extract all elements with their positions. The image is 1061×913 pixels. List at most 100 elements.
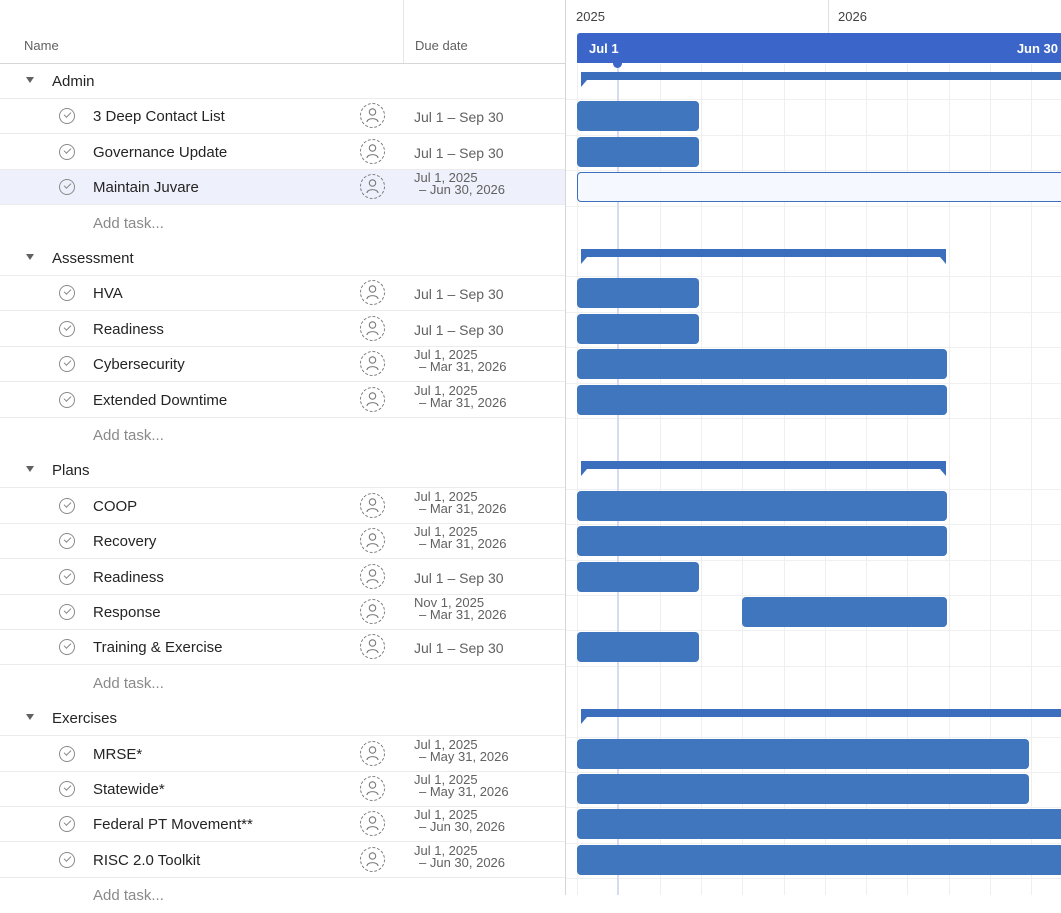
task-name[interactable]: Extended Downtime [93,392,227,409]
due-date[interactable]: Jul 1, 2025– Mar 31, 2026 [414,348,506,373]
task-row[interactable]: Training & Exercise Jul 1 – Sep 30 [0,630,565,666]
group-summary-bar[interactable] [581,709,1061,725]
task-row[interactable]: Governance Update Jul 1 – Sep 30 [0,135,565,170]
group-summary-bar[interactable] [581,72,1061,87]
assign-person-icon[interactable] [360,280,385,306]
complete-check-icon[interactable] [59,604,75,620]
add-task-link[interactable]: Add task... [93,887,164,904]
collapse-caret-icon[interactable] [26,254,34,260]
complete-check-icon[interactable] [59,108,75,125]
task-name[interactable]: RISC 2.0 Toolkit [93,852,200,869]
assign-person-icon[interactable] [360,846,385,872]
complete-check-icon[interactable] [59,143,75,160]
task-name[interactable]: Readiness [93,321,164,338]
task-bar[interactable] [577,844,1061,875]
complete-check-icon[interactable] [59,745,75,762]
task-row[interactable]: Readiness Jul 1 – Sep 30 [0,560,565,595]
assign-person-icon[interactable] [360,351,385,377]
timeline-range-band[interactable] [577,33,1061,63]
task-name[interactable]: Federal PT Movement** [93,816,253,833]
complete-check-icon[interactable] [59,781,75,797]
assign-person-icon[interactable] [360,103,385,129]
task-bar[interactable] [577,172,1061,203]
assign-person-icon[interactable] [360,599,385,624]
task-row[interactable]: COOP Jul 1, 2025– Mar 31, 2026 [0,489,565,524]
due-date[interactable]: Jul 1 – Sep 30 [414,571,504,585]
due-date[interactable]: Jul 1, 2025– Jun 30, 2026 [414,808,505,833]
task-name[interactable]: Readiness [93,569,164,586]
complete-check-icon[interactable] [59,851,75,868]
group-row-1[interactable]: Assessment [0,241,565,276]
task-row[interactable]: RISC 2.0 Toolkit Jul 1, 2025– Jun 30, 202… [0,843,565,878]
task-row[interactable]: Recovery Jul 1, 2025– Mar 31, 2026 [0,524,565,560]
task-bar[interactable] [577,313,699,344]
complete-check-icon[interactable] [59,568,75,585]
due-date[interactable]: Nov 1, 2025– Mar 31, 2026 [414,596,506,621]
due-date[interactable]: Jul 1, 2025– May 31, 2026 [414,773,509,798]
due-date[interactable]: Jul 1 – Sep 30 [414,110,504,124]
task-bar[interactable] [577,136,699,167]
task-bar[interactable] [577,561,699,592]
assign-person-icon[interactable] [360,174,385,200]
add-task-link[interactable]: Add task... [93,427,164,444]
task-bar[interactable] [577,278,699,309]
group-summary-bar[interactable] [581,249,946,264]
group-row-0[interactable]: Admin [0,64,565,99]
assign-person-icon[interactable] [360,563,385,589]
task-name[interactable]: 3 Deep Contact List [93,108,225,125]
task-row[interactable]: Cybersecurity Jul 1, 2025– Mar 31, 2026 [0,347,565,383]
assign-person-icon[interactable] [360,811,385,837]
assign-person-icon[interactable] [360,740,385,766]
task-row[interactable]: Extended Downtime Jul 1, 2025– Mar 31, 20… [0,383,565,418]
task-name[interactable]: Maintain Juvare [93,179,199,196]
task-bar[interactable] [577,101,699,132]
task-bar[interactable] [577,774,1030,804]
task-name[interactable]: HVA [93,285,123,302]
task-name[interactable]: Cybersecurity [93,356,185,373]
column-header-name[interactable]: Name [24,38,59,53]
task-bar[interactable] [577,738,1030,769]
due-date[interactable]: Jul 1, 2025– May 31, 2026 [414,738,509,763]
assign-person-icon[interactable] [360,138,385,164]
task-bar[interactable] [577,809,1061,840]
due-date[interactable]: Jul 1 – Sep 30 [414,641,504,655]
due-date[interactable]: Jul 1 – Sep 30 [414,287,504,301]
complete-check-icon[interactable] [59,356,75,373]
due-date[interactable]: Jul 1, 2025– Jun 30, 2026 [414,171,505,196]
complete-check-icon[interactable] [59,497,75,514]
column-header-due-date[interactable]: Due date [415,38,468,53]
task-name[interactable]: Governance Update [93,144,227,161]
complete-check-icon[interactable] [59,639,75,656]
group-row-3[interactable]: Exercises [0,701,565,737]
task-name[interactable]: Recovery [93,533,156,550]
task-name[interactable]: COOP [93,498,137,515]
assign-person-icon[interactable] [360,315,385,341]
complete-check-icon[interactable] [59,320,75,337]
task-name[interactable]: Statewide* [93,781,165,798]
due-date[interactable]: Jul 1 – Sep 30 [414,146,504,160]
task-row[interactable]: Response Nov 1, 2025– Mar 31, 2026 [0,595,565,630]
complete-check-icon[interactable] [59,816,75,833]
due-date[interactable]: Jul 1, 2025– Mar 31, 2026 [414,490,506,515]
due-date[interactable]: Jul 1, 2025– Mar 31, 2026 [414,384,506,409]
task-bar[interactable] [742,597,947,627]
task-bar[interactable] [577,526,947,557]
due-date[interactable]: Jul 1, 2025– Jun 30, 2026 [414,844,505,869]
task-bar[interactable] [577,490,947,521]
add-task-link[interactable]: Add task... [93,675,164,692]
group-row-2[interactable]: Plans [0,453,565,489]
add-task-link[interactable]: Add task... [93,215,164,232]
complete-check-icon[interactable] [59,391,75,408]
add-task-row[interactable]: Add task... [0,878,565,913]
assign-person-icon[interactable] [360,492,385,518]
assign-person-icon[interactable] [360,776,385,801]
group-summary-bar[interactable] [581,461,946,477]
task-name[interactable]: Response [93,604,161,621]
add-task-row[interactable]: Add task... [0,418,565,453]
assign-person-icon[interactable] [360,634,385,660]
due-date[interactable]: Jul 1 – Sep 30 [414,323,504,337]
task-name[interactable]: MRSE* [93,746,142,763]
complete-check-icon[interactable] [59,179,75,196]
task-row[interactable]: HVA Jul 1 – Sep 30 [0,276,565,312]
task-row[interactable]: 3 Deep Contact List Jul 1 – Sep 30 [0,99,565,135]
